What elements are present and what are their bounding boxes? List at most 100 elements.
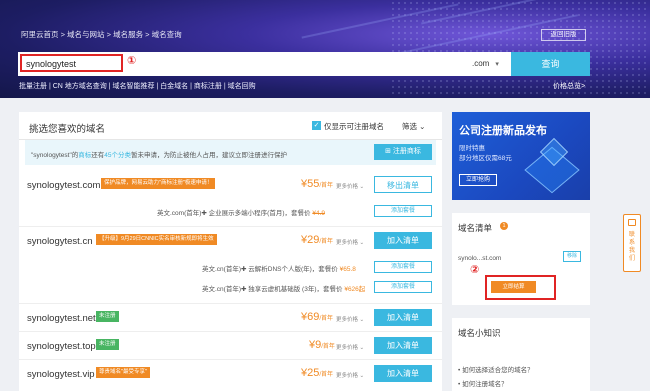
add-to-list-button[interactable]: 加入清单 (374, 309, 432, 326)
trademark-notice: "synologytest"的商标还有45个分类暂未申请，为防止被他人占用，建议… (25, 140, 436, 165)
add-bundle-button[interactable]: 添加套餐 (374, 261, 432, 273)
domain-price: ¥55/首年 (301, 178, 334, 190)
add-to-list-button[interactable]: 加入清单 (374, 232, 432, 249)
more-prices-link[interactable]: 更多价格 ⌄ (336, 238, 364, 246)
annotation-box-search (20, 54, 123, 72)
domain-knowledge: 域名小知识 • 如何选择适合您的域名？ • 如何注册域名？ (452, 318, 590, 391)
quick-links[interactable]: 批量注册 | CN 地方域名查询 | 域名智能推荐 | 白金域名 | 商标注册 … (19, 81, 256, 91)
domain-name: synologytest.com (27, 180, 101, 191)
price-overview-link[interactable]: 价格总览> (553, 81, 585, 91)
domain-row: synologytest.cn 【升级】9月29日CNNIC实名审核新规即将生效… (19, 228, 442, 304)
contact-us-label: 联系我们 (629, 232, 636, 262)
price-value: 25 (307, 367, 320, 379)
remove-from-list-button[interactable]: 移出清单 (374, 176, 432, 193)
unregistered-tag: 未注册 (96, 311, 119, 322)
more-prices-label: 更多价格 (336, 345, 359, 351)
chat-icon (628, 219, 636, 226)
add-to-list-button[interactable]: 加入清单 (374, 337, 432, 354)
promo-title: 公司注册新品发布 (459, 125, 547, 137)
domain-price: ¥25/首年 (301, 367, 334, 379)
cart-count-badge: 1 (500, 222, 508, 230)
price-unit: /首年 (319, 372, 334, 378)
available-only-checkbox[interactable]: ✓ (312, 121, 321, 130)
domain-price: ¥69/首年 (301, 311, 334, 323)
trademark-link[interactable]: 商标 (78, 152, 91, 159)
more-prices-link[interactable]: 更多价格 ⌄ (336, 182, 364, 190)
chevron-down-icon: ⌄ (419, 122, 426, 131)
annotation-marker-1: ① (127, 55, 137, 67)
notice-text: "synologytest"的商标还有45个分类暂未申请，为防止被他人占用，建议… (31, 149, 287, 159)
contact-us-tab[interactable]: 联系我们 (623, 214, 641, 272)
domain-row: synologytest.com 保护品牌，网易云助力"商标注册"极速申请！ ¥… (19, 172, 442, 227)
notice-suffix: 暂未申请，为防止被他人占用，建议立即注册进行保护 (130, 152, 287, 159)
promo-banner[interactable]: 公司注册新品发布 限时特惠 部分地区仅需68元 立即抢购 (452, 112, 590, 200)
filter-dropdown[interactable]: 筛选 ⌄ (402, 121, 425, 132)
price-unit: /首年 (319, 316, 334, 322)
bundle-offer: 英文.cn(首年)✚ 独享云虚机基础版 (3年)，套餐价 ¥626起 (202, 283, 365, 293)
domain-row: synologytest.top 未注册 ¥9/首年 更多价格 ⌄ 加入清单 (19, 333, 442, 360)
notice-prefix: "synologytest"的 (31, 152, 79, 159)
bundle-desc: 英文.com(首年)✚ 企业展示多端小程序(首月)，套餐价 (157, 210, 311, 217)
domain-row: synologytest.net 未注册 ¥69/首年 更多价格 ⌄ 加入清单 (19, 305, 442, 332)
more-prices-link[interactable]: 更多价格 ⌄ (336, 315, 364, 323)
bundle-desc: 英文.cn(首年)✚ 独享云虚机基础版 (3年)，套餐价 (202, 286, 343, 293)
domain-row: synologytest.vip 尊贵域名"最受专享" ¥25/首年 更多价格 … (19, 361, 442, 391)
more-prices-label: 更多价格 (336, 184, 359, 190)
add-to-list-button[interactable]: 加入清单 (374, 365, 432, 382)
buy-now-button[interactable]: 立即抢购 (459, 174, 497, 186)
tld-select[interactable]: .com ▾ (472, 52, 510, 76)
more-prices-label: 更多价格 (336, 373, 359, 379)
bundle-offer: 英文.cn(首年)✚ 云解析DNS个人版(年)，套餐价 ¥65.8 (202, 263, 356, 273)
bundle-offer: 英文.com(首年)✚ 企业展示多端小程序(首月)，套餐价 ¥4.9 (157, 207, 325, 217)
domain-price: ¥29/首年 (301, 234, 334, 246)
price-value: 55 (307, 178, 320, 190)
domain-price: ¥9/首年 (309, 339, 335, 351)
add-bundle-button[interactable]: 添加套餐 (374, 205, 432, 217)
hero-decoration (390, 0, 650, 98)
annotation-box-checkout (485, 275, 556, 300)
more-prices-label: 更多价格 (336, 240, 359, 246)
panel-title: 挑选您喜欢的域名 (29, 124, 106, 135)
available-only-label: 仅显示可注册域名 (324, 122, 384, 131)
notice-mid: 还有 (91, 152, 105, 159)
domain-name: synologytest.vip (27, 369, 95, 380)
tld-value: .com (472, 59, 490, 68)
bundle-desc: 英文.cn(首年)✚ 云解析DNS个人版(年)，套餐价 (202, 266, 338, 273)
cart-item: synolo...st.com (458, 255, 502, 262)
knowledge-link[interactable]: • 如何注册域名？ (458, 378, 508, 388)
category-count-link[interactable]: 45个分类 (104, 152, 131, 159)
promo-line2: 部分地区仅需68元 (459, 155, 512, 162)
cart-title: 域名清单 (458, 223, 493, 233)
domain-name: synologytest.cn (27, 236, 93, 247)
back-to-old-version-button[interactable]: 返回旧版 (541, 29, 586, 41)
more-prices-label: 更多价格 (336, 317, 359, 323)
price-value: 29 (307, 234, 320, 246)
promo-tag[interactable]: 保护品牌，网易云助力"商标注册"极速申请！ (101, 178, 216, 189)
promo-line1: 限时特惠 (459, 145, 485, 152)
more-prices-link[interactable]: 更多价格 ⌄ (336, 343, 364, 351)
knowledge-title: 域名小知识 (458, 328, 501, 338)
register-trademark-label: 注册商标 (392, 148, 421, 155)
register-trademark-button[interactable]: ⊞ 注册商标 (374, 144, 432, 160)
add-bundle-button[interactable]: 添加套餐 (374, 281, 432, 293)
promo-tag[interactable]: 【升级】9月29日CNNIC实名审核新规即将生效 (96, 234, 217, 245)
price-unit: /首年 (321, 344, 335, 350)
filter-label: 筛选 (402, 122, 417, 131)
bundle-price: ¥626起 (344, 286, 366, 293)
more-prices-link[interactable]: 更多价格 ⌄ (336, 371, 364, 379)
unregistered-tag: 未注册 (96, 339, 119, 350)
price-unit: /首年 (319, 239, 334, 245)
knowledge-link[interactable]: • 如何选择适合您的域名？ (458, 364, 534, 374)
domain-name: synologytest.top (27, 341, 96, 352)
remove-item-button[interactable]: 移除 (563, 251, 581, 262)
annotation-marker-2: ② (470, 264, 480, 276)
domain-name: synologytest.net (27, 313, 96, 324)
panel-header: 挑选您喜欢的域名 ✓ 仅显示可注册域名 筛选 ⌄ (19, 112, 442, 140)
breadcrumb[interactable]: 阿里云首页 > 域名与网站 > 域名服务 > 域名查询 (21, 29, 182, 40)
bundle-price: ¥65.8 (339, 266, 356, 273)
chevron-down-icon: ▾ (495, 61, 499, 68)
query-button[interactable]: 查询 (511, 52, 590, 76)
price-unit: /首年 (319, 183, 334, 189)
price-value: 69 (307, 311, 320, 323)
promo-tag[interactable]: 尊贵域名"最受专享" (96, 367, 150, 378)
